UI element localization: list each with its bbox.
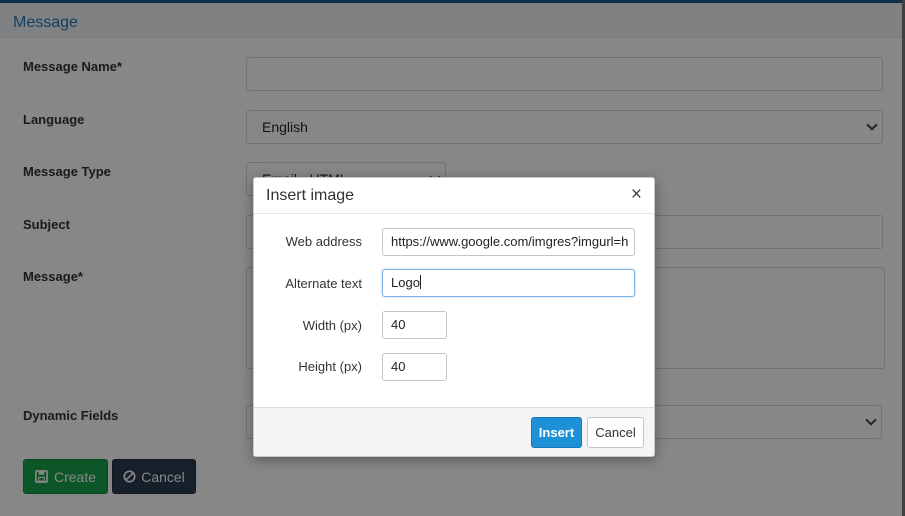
- insert-image-dialog: Insert image × Web address https://www.g…: [253, 177, 655, 457]
- dialog-header: Insert image ×: [254, 178, 654, 214]
- width-label: Width (px): [302, 318, 362, 333]
- dialog-title: Insert image: [266, 187, 355, 204]
- width-input[interactable]: 40: [382, 311, 447, 339]
- alternate-text-input[interactable]: Logo: [382, 269, 635, 297]
- alternate-text-value: Logo: [391, 275, 420, 290]
- close-icon[interactable]: ×: [631, 185, 642, 205]
- height-label: Height (px): [298, 359, 362, 374]
- height-input[interactable]: 40: [382, 353, 447, 381]
- insert-button[interactable]: Insert: [531, 417, 582, 448]
- alternate-text-label: Alternate text: [285, 276, 362, 291]
- dialog-footer: Insert Cancel: [254, 407, 654, 456]
- web-address-input[interactable]: https://www.google.com/imgres?imgurl=h: [382, 228, 635, 256]
- web-address-label: Web address: [285, 234, 362, 249]
- text-caret: [419, 275, 421, 289]
- dialog-cancel-button[interactable]: Cancel: [587, 417, 644, 448]
